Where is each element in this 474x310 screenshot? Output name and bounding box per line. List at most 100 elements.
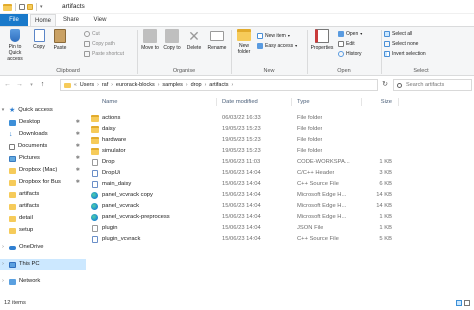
history-button[interactable]: History (338, 50, 362, 58)
breadcrumb-artifacts[interactable]: artifacts (209, 82, 228, 88)
file-name: DropUi (102, 170, 121, 176)
file-row[interactable]: plugin_vcvrack 15/06/23 14:04 C++ Source… (88, 234, 474, 245)
chevron-right-icon: › (111, 82, 113, 88)
details-view-icon[interactable] (456, 300, 462, 306)
file-type: File folder (297, 126, 323, 132)
address-bar[interactable]: « Users › raf › eurorack-blocks › sample… (60, 79, 378, 91)
tab-view[interactable]: View (90, 14, 110, 26)
invert-selection-button[interactable]: Invert selection (384, 50, 426, 58)
file-name: actions (102, 115, 121, 121)
refresh-icon[interactable]: ↻ (380, 79, 390, 91)
column-header-size[interactable]: Size (367, 96, 392, 108)
cut-button[interactable]: Cut (84, 30, 100, 38)
nav-item-dropbox-mac[interactable]: Dropbox (Mac) ✱ (0, 165, 86, 176)
file-row[interactable]: Drop 15/06/23 11:03 CODE-WORKSPA... 1 KB (88, 157, 474, 168)
copy-path-button[interactable]: Copy path (84, 40, 115, 48)
chevron-down-icon[interactable]: ▾ (40, 4, 43, 10)
file-row[interactable]: plugin 15/06/23 14:04 JSON File 1 KB (88, 223, 474, 234)
file-row[interactable]: DropUi 15/06/23 14:04 C/C++ Header 3 KB (88, 168, 474, 179)
rename-button[interactable]: Rename (206, 29, 228, 51)
breadcrumb-samples[interactable]: samples (162, 82, 182, 88)
column-divider[interactable] (216, 98, 217, 106)
select-all-button[interactable]: Select all (384, 30, 412, 38)
properties-button[interactable]: Properties (309, 29, 335, 51)
paste-button[interactable]: Paste (50, 29, 70, 51)
column-divider[interactable] (291, 98, 292, 106)
file-row[interactable]: panel_vcvrack-preprocess 15/06/23 14:04 … (88, 212, 474, 223)
move-to-label: Move to (141, 45, 159, 51)
breadcrumb-users[interactable]: Users (80, 82, 94, 88)
chevron-right-icon[interactable]: › (0, 276, 6, 287)
delete-button[interactable]: ✕ Delete (184, 29, 204, 51)
file-type: Microsoft Edge H... (297, 203, 347, 209)
breadcrumb-raf[interactable]: raf (102, 82, 108, 88)
easy-access-button[interactable]: Easy access ▾ (257, 42, 297, 50)
move-to-icon (143, 29, 157, 43)
recent-locations-chevron-icon[interactable]: ▾ (27, 80, 36, 90)
column-divider[interactable] (398, 98, 399, 106)
nav-label: artifacts (19, 191, 40, 197)
chevron-right-icon[interactable]: › (0, 259, 6, 270)
breadcrumb-drop[interactable]: drop (191, 82, 202, 88)
tab-share[interactable]: Share (60, 14, 82, 26)
nav-item-documents[interactable]: Documents ✱ (0, 141, 86, 152)
move-to-button[interactable]: Move to (140, 29, 160, 51)
file-row[interactable]: panel_vcvrack 15/06/23 14:04 Microsoft E… (88, 201, 474, 212)
nav-item-desktop[interactable]: Desktop ✱ (0, 117, 86, 128)
large-icons-view-icon[interactable] (464, 300, 470, 306)
file-row[interactable]: actions 06/03/22 16:33 File folder (88, 113, 474, 124)
nav-item-this-pc[interactable]: › This PC (0, 259, 86, 270)
new-folder-icon[interactable] (27, 4, 33, 10)
file-size: 1 KB (379, 225, 392, 231)
nav-item-downloads[interactable]: ↓ Downloads ✱ (0, 129, 86, 140)
search-input[interactable]: Search artifacts (393, 79, 472, 91)
select-none-button[interactable]: Select none (384, 40, 418, 48)
copy-to-button[interactable]: Copy to (162, 29, 182, 51)
file-row[interactable]: panel_vcvrack copy 15/06/23 14:04 Micros… (88, 190, 474, 201)
column-header-name[interactable]: Name (102, 96, 117, 108)
nav-item-artifacts[interactable]: artifacts (0, 189, 86, 200)
up-arrow-icon[interactable]: ↑ (38, 80, 47, 90)
copy-button[interactable]: Copy (30, 29, 48, 50)
nav-item-quick-access[interactable]: ▾ ★ Quick access (0, 105, 86, 116)
pin-icon: ✱ (75, 119, 80, 125)
pin-icon: ✱ (75, 155, 80, 161)
chevron-right-icon[interactable]: › (0, 242, 6, 253)
open-icon (338, 31, 344, 37)
chevron-down-icon: ▾ (287, 33, 290, 38)
new-item-button[interactable]: New item ▾ (257, 32, 290, 40)
breadcrumb-eurorack-blocks[interactable]: eurorack-blocks (116, 82, 155, 88)
nav-item-pictures[interactable]: Pictures ✱ (0, 153, 86, 164)
nav-item-setup[interactable]: setup (0, 225, 86, 236)
column-divider[interactable] (361, 98, 362, 106)
column-header-type[interactable]: Type (297, 96, 310, 108)
file-row[interactable]: hardware 19/05/23 15:23 File folder (88, 135, 474, 146)
pin-label: Pin to Quick access (7, 44, 23, 62)
file-row[interactable]: main_daisy 15/06/23 14:04 C++ Source Fil… (88, 179, 474, 190)
chevron-down-icon[interactable]: ▾ (0, 105, 6, 116)
file-date: 15/06/23 11:03 (222, 159, 261, 165)
nav-item-detail[interactable]: detail (0, 213, 86, 224)
nav-item-dropbox-for-bus[interactable]: Dropbox for Bus ✱ (0, 177, 86, 188)
properties-icon[interactable] (19, 4, 25, 10)
chevron-right-icon: › (157, 82, 160, 88)
open-button[interactable]: Open ▾ (338, 30, 362, 38)
nav-label: Dropbox for Bus (19, 179, 61, 185)
file-name: main_daisy (102, 181, 132, 187)
cpp-source-file-icon (92, 181, 98, 188)
nav-item-artifacts[interactable]: artifacts (0, 201, 86, 212)
file-row[interactable]: daisy 19/05/23 15:23 File folder (88, 124, 474, 135)
nav-label: Downloads (19, 131, 48, 137)
forward-arrow-icon[interactable]: → (15, 80, 24, 90)
nav-item-network[interactable]: › Network (0, 276, 86, 287)
nav-item-onedrive[interactable]: › OneDrive (0, 242, 86, 253)
tab-file[interactable]: File (0, 14, 28, 26)
tab-home[interactable]: Home (30, 14, 56, 26)
edit-button[interactable]: Edit (338, 40, 355, 48)
pin-to-quick-access-button[interactable]: Pin to Quick access (2, 29, 28, 62)
back-arrow-icon[interactable]: ← (3, 80, 12, 90)
paste-shortcut-button[interactable]: Paste shortcut (84, 50, 124, 58)
new-folder-button[interactable]: New folder (234, 29, 254, 55)
column-header-date[interactable]: Date modified (222, 96, 258, 108)
file-row[interactable]: simulator 19/05/23 15:23 File folder (88, 146, 474, 157)
